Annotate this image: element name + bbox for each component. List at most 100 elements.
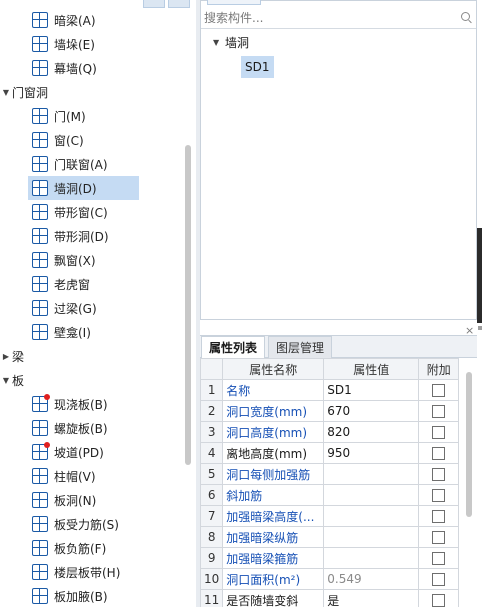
chevron-right-icon[interactable]: ▶: [0, 352, 12, 361]
spiral-slab-icon: [32, 420, 48, 436]
extra-cell: [418, 547, 460, 569]
property-value[interactable]: 是: [323, 589, 420, 607]
tree-item[interactable]: 坡道(PD): [28, 440, 108, 464]
property-value[interactable]: [323, 484, 420, 506]
tree-item[interactable]: 柱帽(V): [28, 464, 100, 488]
tree-scrollbar[interactable]: [185, 145, 191, 465]
property-value[interactable]: 0.549: [323, 568, 420, 590]
column-header-name: 属性名称: [222, 358, 325, 380]
component-tree-leaf[interactable]: SD1: [241, 56, 274, 78]
tree-item[interactable]: 窗(C): [28, 128, 88, 152]
tree-category[interactable]: ▼ 门窗洞: [0, 80, 48, 104]
tree-item[interactable]: 板负筋(F): [28, 536, 110, 560]
toolbar-button-stub[interactable]: [168, 0, 190, 8]
property-value[interactable]: [323, 526, 420, 548]
property-value[interactable]: [323, 547, 420, 569]
property-name: 加强暗梁纵筋: [222, 526, 325, 548]
table-row[interactable]: 7 加强暗梁高度(...: [199, 505, 460, 527]
tree-item[interactable]: 壁龛(I): [28, 320, 95, 344]
table-row[interactable]: 3 洞口高度(mm) 820: [199, 421, 460, 443]
properties-table: 属性名称 属性值 附加 1 名称 SD1 2 洞口宽度(mm) 670 3 洞口高度(mm) 8…: [199, 358, 460, 607]
strip-opening-icon: [32, 228, 48, 244]
extra-checkbox[interactable]: [432, 489, 446, 502]
extra-checkbox[interactable]: [432, 426, 446, 439]
tree-category[interactable]: ▶ 梁: [0, 344, 24, 368]
chevron-down-icon[interactable]: ▼: [213, 38, 225, 47]
tree-item[interactable]: 幕墙(Q): [28, 56, 101, 80]
tree-item-label: 飘窗(X): [54, 253, 96, 268]
extra-checkbox[interactable]: [432, 531, 446, 544]
component-search-bar: [201, 7, 476, 29]
tree-category[interactable]: ▼ 板: [0, 368, 24, 392]
panel-header-stub: [207, 0, 261, 5]
tree-item[interactable]: 板受力筋(S): [28, 512, 123, 536]
tree-item-label: 板加腋(B): [54, 589, 108, 604]
tree-item[interactable]: 墙洞(D): [28, 176, 139, 200]
row-index: 3: [199, 421, 224, 443]
property-value[interactable]: SD1: [323, 379, 420, 401]
tree-item[interactable]: 老虎窗: [28, 272, 94, 296]
tree-item[interactable]: 板加腋(B): [28, 584, 112, 607]
toolbar-button-stub[interactable]: [143, 0, 165, 8]
component-list-panel: ▼ 墙洞 SD1: [200, 0, 477, 320]
table-row[interactable]: 4 离地高度(mm) 950: [199, 442, 460, 464]
chevron-down-icon[interactable]: ▼: [0, 376, 12, 385]
property-value[interactable]: [323, 505, 420, 527]
table-row[interactable]: 10 洞口面积(m²) 0.549: [199, 568, 460, 590]
tree-item[interactable]: 板洞(N): [28, 488, 100, 512]
tree-item[interactable]: 门联窗(A): [28, 152, 112, 176]
component-tree-root[interactable]: ▼ 墙洞: [213, 34, 249, 51]
property-value[interactable]: 820: [323, 421, 420, 443]
tree-item-label: 墙洞(D): [54, 181, 97, 196]
tree-item[interactable]: 带形窗(C): [28, 200, 112, 224]
search-icon[interactable]: [461, 12, 470, 21]
property-value[interactable]: 670: [323, 400, 420, 422]
property-name: 斜加筋: [222, 484, 325, 506]
extra-checkbox[interactable]: [432, 594, 446, 607]
table-row[interactable]: 11 是否随墙变斜是: [199, 589, 460, 607]
tree-item-label: 坡道(PD): [54, 445, 104, 460]
extra-checkbox[interactable]: [432, 384, 446, 397]
extra-checkbox[interactable]: [432, 447, 446, 460]
tree-item[interactable]: 楼层板带(H): [28, 560, 124, 584]
tree-item-label: 楼层板带(H): [54, 565, 121, 580]
tree-item[interactable]: 现浇板(B): [28, 392, 112, 416]
extra-checkbox[interactable]: [432, 468, 446, 481]
tree-item[interactable]: 带形洞(D): [28, 224, 113, 248]
table-row[interactable]: 2 洞口宽度(mm) 670: [199, 400, 460, 422]
table-row[interactable]: 8 加强暗梁纵筋: [199, 526, 460, 548]
extra-checkbox[interactable]: [432, 510, 446, 523]
tree-item[interactable]: 门(M): [28, 104, 90, 128]
property-value[interactable]: [323, 463, 420, 485]
table-row[interactable]: 6 斜加筋: [199, 484, 460, 506]
tree-item[interactable]: 螺旋板(B): [28, 416, 112, 440]
window-edge-tick: [478, 326, 482, 330]
tree-item-label: 板负筋(F): [54, 541, 107, 556]
tab-layer-management[interactable]: 图层管理: [268, 336, 333, 358]
tree-item[interactable]: 暗梁(A): [28, 8, 100, 32]
properties-scrollbar[interactable]: [466, 372, 472, 517]
chevron-down-icon[interactable]: ▼: [0, 88, 12, 97]
extra-checkbox[interactable]: [432, 573, 446, 586]
row-index: 1: [199, 379, 224, 401]
property-value[interactable]: 950: [323, 442, 420, 464]
extra-checkbox[interactable]: [432, 552, 446, 565]
door-icon: [32, 108, 48, 124]
table-row[interactable]: 9 加强暗梁箍筋: [199, 547, 460, 569]
component-search-input[interactable]: [204, 10, 444, 25]
tree-item[interactable]: 飘窗(X): [28, 248, 100, 272]
table-row[interactable]: 5 洞口每侧加强筋: [199, 463, 460, 485]
property-name: 洞口面积(m²): [222, 568, 325, 590]
tree-item-label: 暗梁(A): [54, 13, 96, 28]
tab-property-list[interactable]: 属性列表: [201, 336, 266, 358]
extra-checkbox[interactable]: [432, 405, 446, 418]
tree-item[interactable]: 过梁(G): [28, 296, 101, 320]
row-index: 5: [199, 463, 224, 485]
extra-cell: [418, 421, 460, 443]
extra-cell: [418, 442, 460, 464]
table-row[interactable]: 1 名称 SD1: [199, 379, 460, 401]
tree-item[interactable]: 墙垛(E): [28, 32, 99, 56]
ramp-icon: [32, 442, 50, 460]
strip-window-icon: [32, 204, 48, 220]
concealed-beam-icon: [32, 12, 48, 28]
